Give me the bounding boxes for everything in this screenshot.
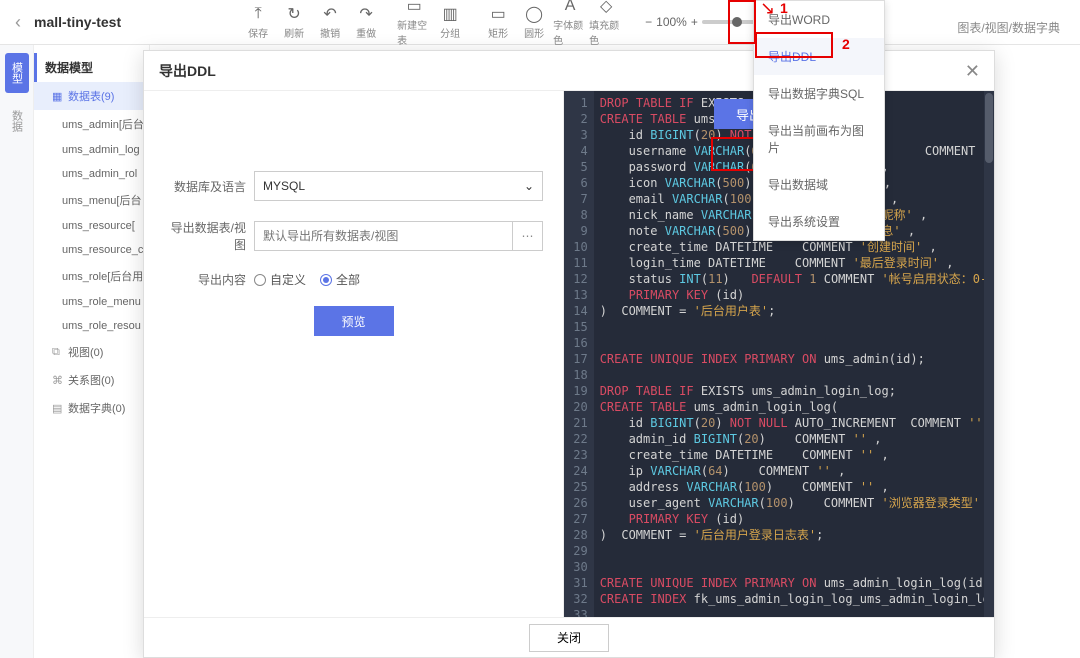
toolbar-字体颜色[interactable]: A 字体颜色: [553, 0, 587, 47]
annot-arrow-1: ↘: [760, 0, 775, 19]
zoom-minus[interactable]: −: [645, 15, 652, 29]
export-menu-导出DDL[interactable]: 导出DDL: [754, 38, 884, 75]
tree-icon: ▦: [52, 90, 64, 103]
tree-label: 关系图(0): [68, 372, 114, 388]
radio-all[interactable]: 全部: [320, 271, 360, 288]
tables-more-button[interactable]: ⋯: [513, 221, 543, 251]
sidebar-ums_resource[[interactable]: ums_resource[: [34, 214, 149, 238]
left-rail: 模型数据: [0, 45, 34, 658]
top-toolbar: ‹ mall-tiny-test ⤒ 保存 ↻ 刷新 ↶ 撤销 ↷ 重做 ▭ 新建空表 ▥ 分组 ▭ 矩形…: [0, 0, 1080, 45]
toolbar-icon: ▥: [443, 5, 458, 23]
toolbar-icon: ◇: [600, 0, 612, 15]
radio-custom[interactable]: 自定义: [254, 271, 306, 288]
toolbar-icon: ↶: [323, 5, 336, 23]
toolbar-label: 填充颜色: [589, 17, 623, 47]
annot-num-2: 2: [842, 36, 850, 52]
export-menu-导出当前画布为图片[interactable]: 导出当前画布为图片: [754, 112, 884, 166]
tree-label: ums_role_resou: [62, 320, 141, 332]
tree-label: ums_menu[后台: [62, 192, 141, 208]
toolbar-圆形[interactable]: ◯ 圆形: [517, 5, 551, 40]
sidebar-关系图(0)[interactable]: ⌘ 关系图(0): [34, 366, 149, 394]
code-gutter: 1 2 3 4 5 6 7 8 9 10 11 12 13 14 15 16 1…: [564, 91, 594, 617]
annot-num-1: 1: [780, 0, 788, 16]
model-sidebar: 数据模型 ▦ 数据表(9) ums_admin[后台 ums_admin_logums…: [34, 45, 150, 658]
toolbar-撤销[interactable]: ↶ 撤销: [313, 5, 347, 40]
toolbar-icon: ↻: [287, 5, 300, 23]
tree-icon: ⧉: [52, 346, 64, 359]
tree-label: ums_admin[后台: [62, 116, 144, 132]
db-select-value: MYSQL: [263, 179, 305, 193]
export-menu-导出系统设置[interactable]: 导出系统设置: [754, 203, 884, 240]
chevron-down-icon: ⌄: [524, 179, 534, 193]
toolbar-label: 矩形: [488, 25, 508, 40]
toolbar-新建空表[interactable]: ▭ 新建空表: [397, 0, 431, 47]
tree-label: ums_admin_rol: [62, 168, 137, 180]
toolbar-刷新[interactable]: ↻ 刷新: [277, 5, 311, 40]
rail-模型[interactable]: 模型: [5, 53, 29, 93]
tree-label: ums_role_menu: [62, 296, 141, 308]
toolbar-label: 圆形: [524, 25, 544, 40]
back-chevron-icon[interactable]: ‹: [10, 12, 26, 33]
toolbar-icon: A: [565, 0, 576, 15]
sidebar-数据字典(0)[interactable]: ▤ 数据字典(0): [34, 394, 149, 422]
tree-label: ums_resource[: [62, 220, 135, 232]
toolbar-重做[interactable]: ↷ 重做: [349, 5, 383, 40]
file-name: mall-tiny-test: [34, 14, 121, 30]
tree-label: ums_resource_c: [62, 244, 143, 256]
db-label: 数据库及语言: [164, 178, 254, 195]
tree-label: ums_admin_log: [62, 144, 140, 156]
sidebar-ums_role_menu[interactable]: ums_role_menu: [34, 290, 149, 314]
toolbar-label: 保存: [248, 25, 268, 40]
toolbar-icon: ⤒: [255, 5, 262, 23]
sidebar-ums_resource_c[interactable]: ums_resource_c: [34, 238, 149, 262]
toolbar-label: 字体颜色: [553, 17, 587, 47]
toolbar-label: 撤销: [320, 25, 340, 40]
tree-icon: ⌘: [52, 374, 64, 387]
export-menu-导出数据域[interactable]: 导出数据域: [754, 166, 884, 203]
toolbar-label: 新建空表: [397, 17, 431, 47]
sidebar-视图(0)[interactable]: ⧉ 视图(0): [34, 338, 149, 366]
toolbar-label: 刷新: [284, 25, 304, 40]
toolbar-填充颜色[interactable]: ◇ 填充颜色: [589, 0, 623, 47]
toolbar-icon: ▭: [407, 0, 422, 15]
export-dropdown-menu: 导出WORD导出DDL导出数据字典SQL导出当前画布为图片导出数据域导出系统设置: [753, 0, 885, 241]
sidebar-ums_role_resou[interactable]: ums_role_resou: [34, 314, 149, 338]
db-select[interactable]: MYSQL ⌄: [254, 171, 543, 201]
tables-label: 导出数据表/视图: [164, 219, 254, 253]
sidebar-ums_admin_log[interactable]: ums_admin_log: [34, 138, 149, 162]
tree-label: 数据字典(0): [68, 400, 125, 416]
topright-hint: 图表/视图/数据字典: [957, 19, 1060, 36]
rail-数据[interactable]: 数据: [5, 101, 29, 141]
toolbar-label: 分组: [440, 25, 460, 40]
sidebar-ums_role[后台用[interactable]: ums_role[后台用: [34, 262, 149, 290]
close-button[interactable]: 关闭: [529, 624, 609, 652]
export-menu-导出数据字典SQL[interactable]: 导出数据字典SQL: [754, 75, 884, 112]
toolbar-分组[interactable]: ▥ 分组: [433, 5, 467, 40]
toolbar-label: 重做: [356, 25, 376, 40]
toolbar-icon: ↷: [359, 5, 372, 23]
tree-icon: ▤: [52, 402, 64, 415]
modal-close-icon[interactable]: ✕: [965, 61, 980, 82]
code-scroll-thumb[interactable]: [985, 93, 993, 163]
zoom-plus[interactable]: +: [691, 15, 698, 29]
toolbar-icon: ◯: [525, 5, 543, 23]
tree-label: 视图(0): [68, 344, 103, 360]
toolbar-保存[interactable]: ⤒ 保存: [241, 5, 275, 40]
sidebar-ums_admin_rol[interactable]: ums_admin_rol: [34, 162, 149, 186]
tree-label: 数据表(9): [68, 88, 114, 104]
tree-label: ums_role[后台用: [62, 268, 143, 284]
toolbar-icon: ▭: [491, 5, 506, 23]
zoom-value: 100%: [656, 15, 687, 29]
sidebar-数据表(9)[interactable]: ▦ 数据表(9): [34, 82, 149, 110]
toolbar-矩形[interactable]: ▭ 矩形: [481, 5, 515, 40]
tables-input[interactable]: [254, 221, 513, 251]
content-label: 导出内容: [164, 271, 254, 288]
preview-button[interactable]: 预览: [314, 306, 394, 336]
sidebar-ums_admin[后台[interactable]: ums_admin[后台: [34, 110, 149, 138]
code-scrollbar[interactable]: [984, 91, 994, 617]
export-form: 数据库及语言 MYSQL ⌄ 导出数据表/视图 ⋯ 导出内容 自定义: [144, 91, 564, 617]
sidebar-header: 数据模型: [34, 53, 149, 82]
sidebar-ums_menu[后台[interactable]: ums_menu[后台: [34, 186, 149, 214]
